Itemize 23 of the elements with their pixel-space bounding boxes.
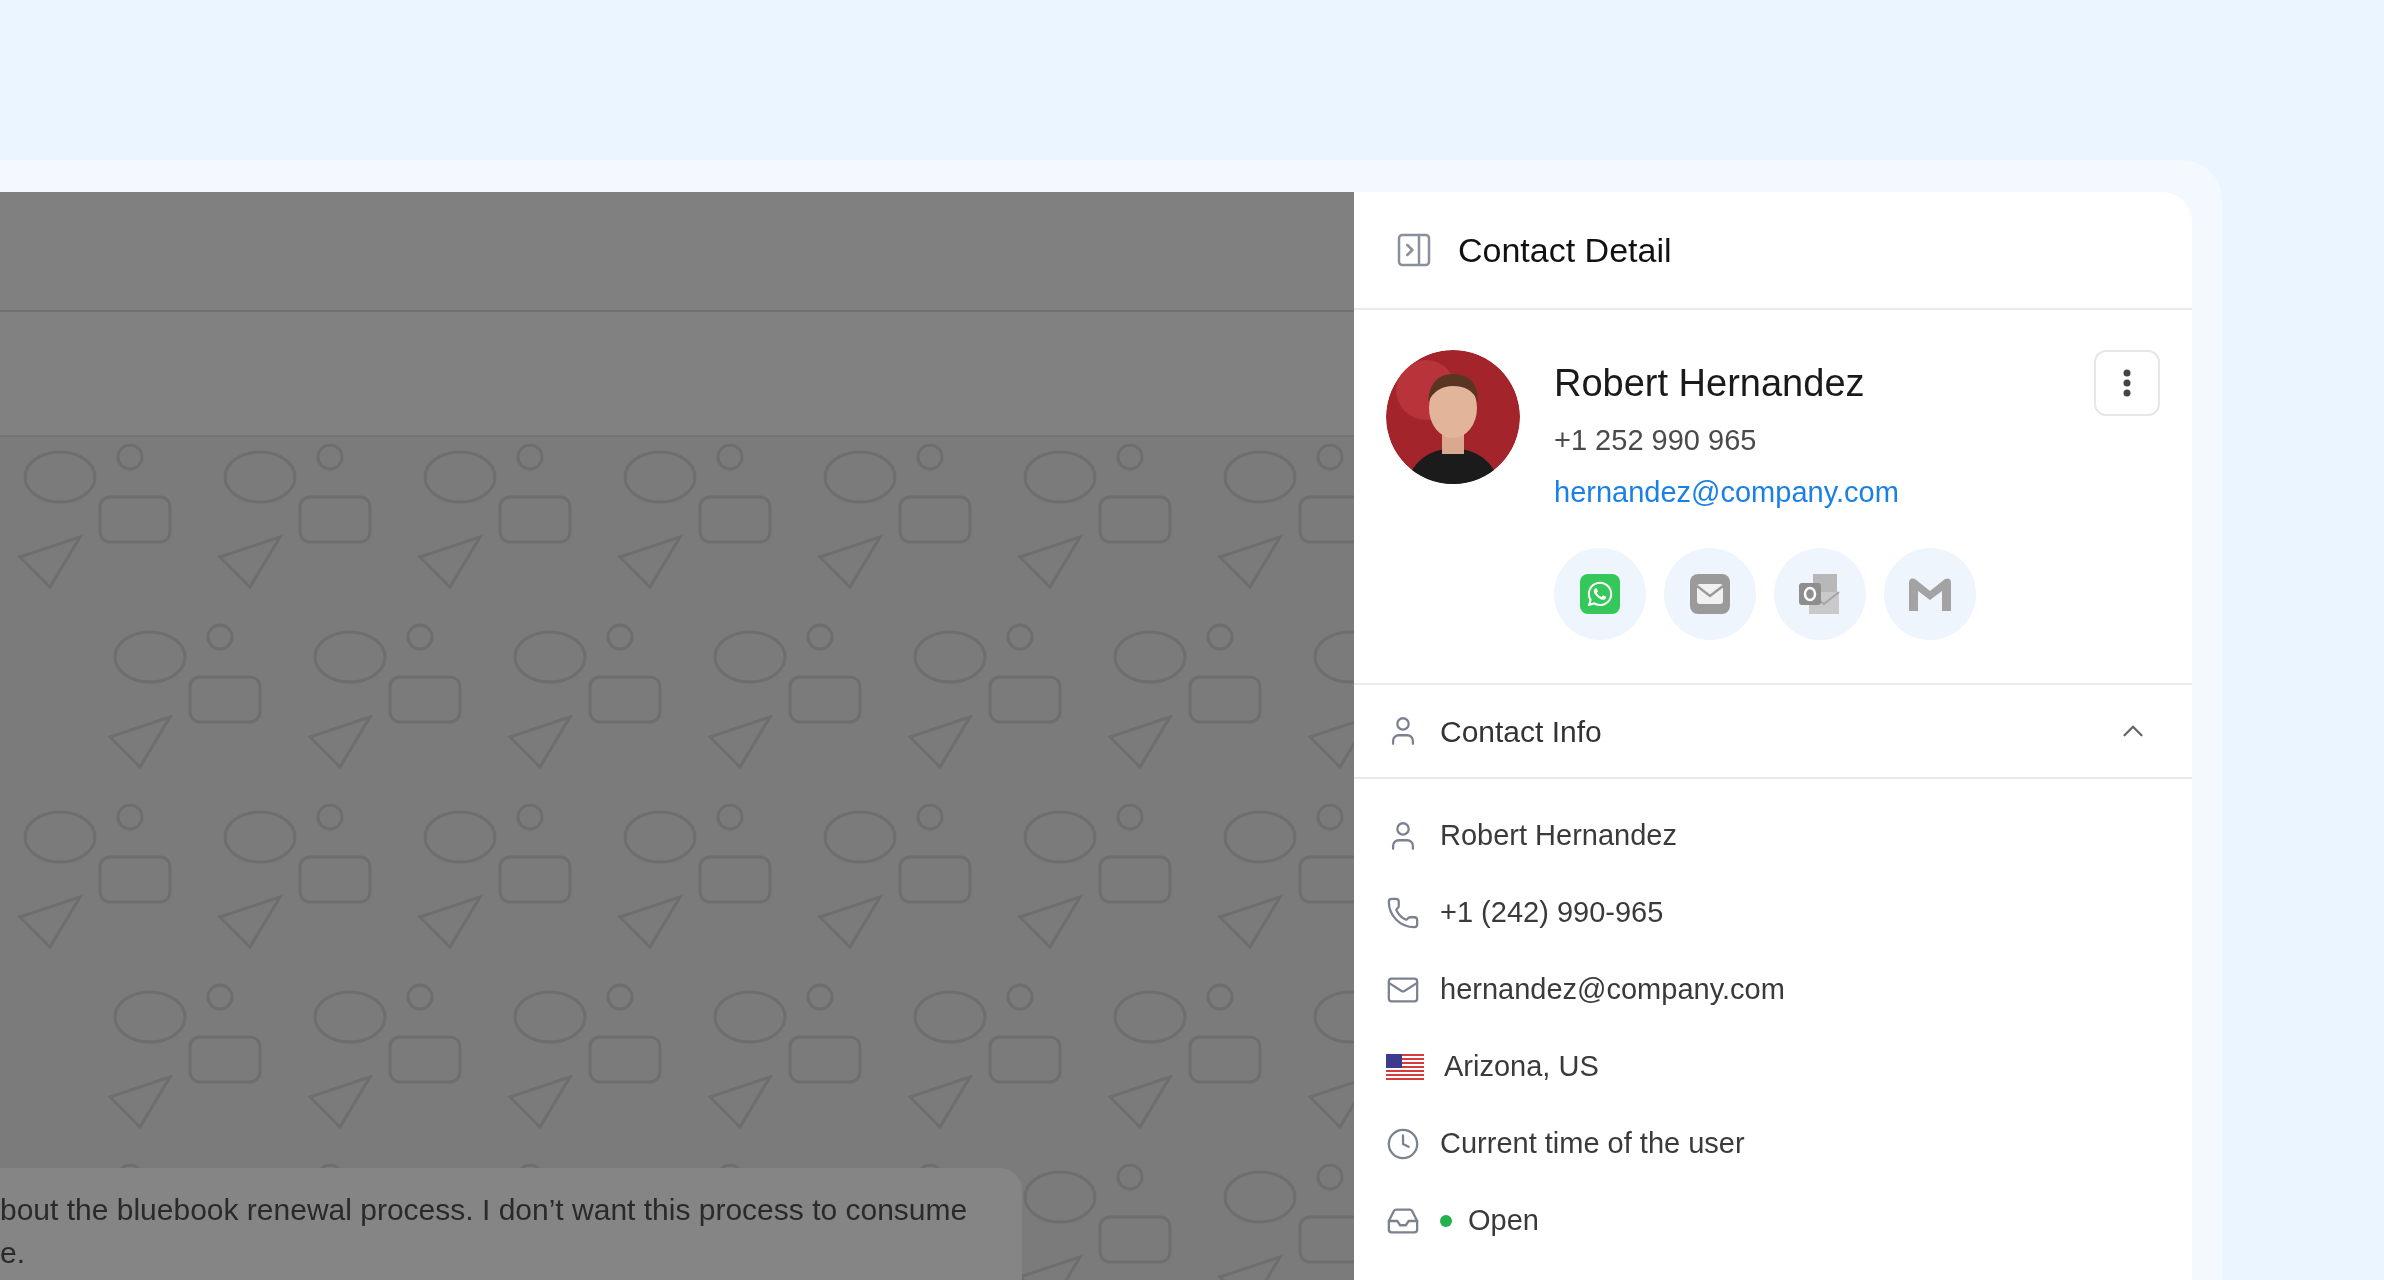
vertical-dots-icon <box>2123 369 2131 397</box>
more-button[interactable] <box>2094 350 2160 416</box>
message-text: e. <box>0 1235 27 1271</box>
message-text: bout the bluebook renewal process. I don’t want this process to consume <box>0 1192 969 1228</box>
contact-info-header[interactable]: Contact Info <box>1354 685 2192 779</box>
info-text: Open <box>1468 1202 1539 1238</box>
contact-phone: +1 252 990 965 <box>1554 423 1758 458</box>
info-text: Arizona, US <box>1444 1048 1599 1084</box>
section-title: Contact Info <box>1440 713 1603 750</box>
panel-title: Contact Detail <box>1458 229 1672 271</box>
mail-icon <box>1690 574 1730 614</box>
outlook-icon <box>1799 574 1841 614</box>
gmail-icon <box>1909 577 1951 611</box>
info-text: Robert Hernandez <box>1440 817 1677 853</box>
contact-email-link[interactable]: hernandez@company.com <box>1554 472 1899 512</box>
contact-name: Robert Hernandez <box>1554 361 1866 406</box>
whatsapp-icon <box>1580 574 1620 614</box>
flag-icon <box>1386 1053 1424 1080</box>
info-text: +1 (242) 990-965 <box>1440 894 1664 930</box>
info-text: Current time of the user <box>1440 1125 1745 1161</box>
info-text: hernandez@company.com <box>1440 971 1785 1007</box>
clock-icon <box>1386 1126 1420 1161</box>
phone-icon <box>1386 895 1420 930</box>
